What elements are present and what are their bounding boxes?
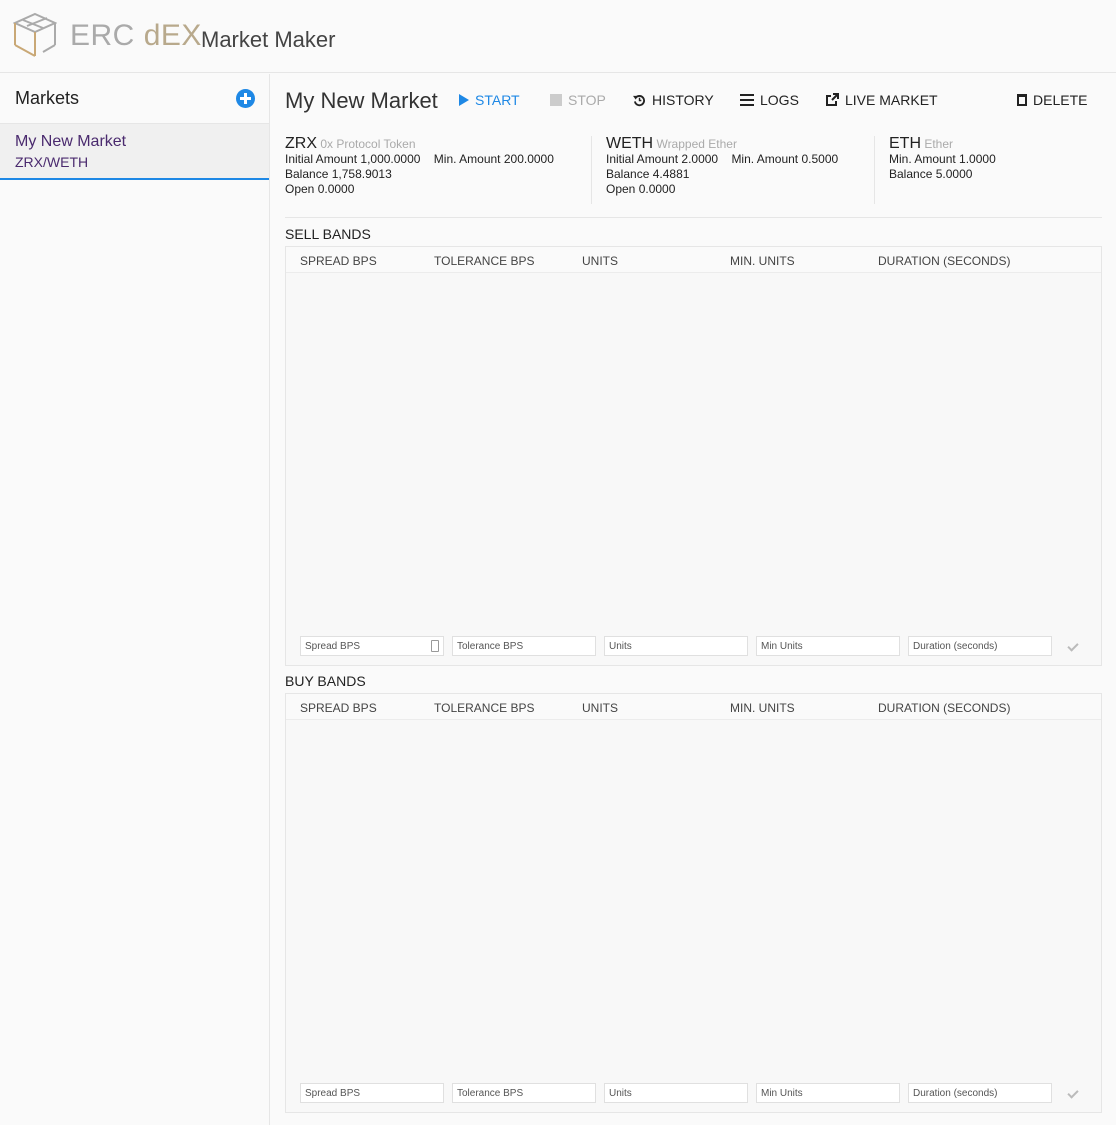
token-weth: WETH Wrapped Ether Initial Amount 2.0000… [606,135,839,197]
col-tolerance-bps: TOLERANCE BPS [434,701,535,715]
col-units: UNITS [582,254,618,268]
buy-bands-header: SPREAD BPS TOLERANCE BPS UNITS MIN. UNIT… [286,694,1101,720]
sidebar: Markets My New Market ZRX/WETH [0,74,270,1125]
start-button[interactable]: START [459,92,520,108]
market-name: My New Market [15,133,127,150]
live-market-button[interactable]: LIVE MARKET [825,92,938,108]
sell-bands-header: SPREAD BPS TOLERANCE BPS UNITS MIN. UNIT… [286,247,1101,273]
buy-min-units-input[interactable]: Min Units [756,1083,900,1103]
stop-button[interactable]: STOP [550,92,606,108]
col-min-units: MIN. UNITS [730,254,795,268]
external-link-icon [826,93,839,106]
sell-tolerance-bps-input[interactable]: Tolerance BPS [452,636,596,656]
token-zrx: ZRX 0x Protocol Token Initial Amount 1,0… [285,135,554,197]
buy-spread-bps-input[interactable]: Spread BPS [300,1083,444,1103]
buy-bands-title: BUY BANDS [285,673,366,689]
sell-bands-table: SPREAD BPS TOLERANCE BPS UNITS MIN. UNIT… [285,246,1102,666]
sidebar-market-item[interactable]: My New Market ZRX/WETH [0,124,269,180]
col-tolerance-bps: TOLERANCE BPS [434,254,535,268]
token-summary: ZRX 0x Protocol Token Initial Amount 1,0… [285,134,1102,218]
col-spread-bps: SPREAD BPS [300,701,377,715]
page-title: My New Market [285,88,438,113]
buy-tolerance-bps-input[interactable]: Tolerance BPS [452,1083,596,1103]
sell-min-units-input[interactable]: Min Units [756,636,900,656]
number-stepper-icon[interactable] [431,640,439,652]
buy-bands-table: SPREAD BPS TOLERANCE BPS UNITS MIN. UNIT… [285,693,1102,1113]
sell-bands-title: SELL BANDS [285,226,371,242]
col-spread-bps: SPREAD BPS [300,254,377,268]
sell-add-check-icon[interactable] [1067,640,1079,652]
delete-button[interactable]: DELETE [1017,92,1087,108]
history-button[interactable]: HISTORY [633,92,714,108]
divider [591,136,592,204]
brand-name: ERC dEX [70,19,202,52]
buy-units-input[interactable]: Units [604,1083,748,1103]
list-icon [740,94,754,106]
erc-dex-logo-icon [13,12,57,57]
buy-add-check-icon[interactable] [1067,1087,1079,1099]
stop-icon [550,94,562,106]
col-duration: DURATION (SECONDS) [878,701,1011,715]
divider [874,136,875,204]
sell-spread-bps-input[interactable]: Spread BPS [300,636,444,656]
sell-duration-input[interactable]: Duration (seconds) [908,636,1052,656]
token-eth: ETH Ether Min. Amount 1.0000 Balance 5.0… [889,135,996,182]
app-header: ERC dEX Market Maker [0,0,1116,73]
sidebar-header: Markets [0,74,269,124]
market-pair: ZRX/WETH [15,154,89,170]
col-min-units: MIN. UNITS [730,701,795,715]
add-market-icon[interactable] [236,89,255,108]
buy-duration-input[interactable]: Duration (seconds) [908,1083,1052,1103]
col-units: UNITS [582,701,618,715]
history-icon [633,94,645,106]
app-subtitle: Market Maker [201,27,336,52]
play-icon [459,94,469,106]
logs-button[interactable]: LOGS [740,92,799,108]
col-duration: DURATION (SECONDS) [878,254,1011,268]
sidebar-title: Markets [15,88,80,108]
trash-icon [1017,94,1027,106]
sell-units-input[interactable]: Units [604,636,748,656]
